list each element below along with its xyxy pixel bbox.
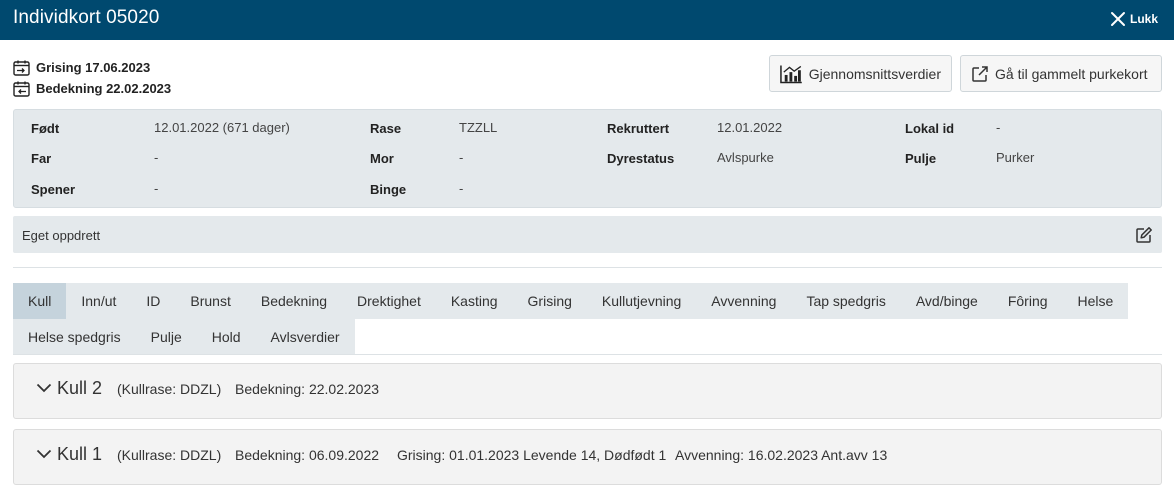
kull-panel-1[interactable]: Kull 1 (Kullrase: DDZL) Bedekning: 06.09…	[13, 429, 1162, 485]
rase-label: Rase	[370, 121, 402, 136]
mor-value: -	[459, 150, 464, 165]
tab-id[interactable]: ID	[131, 283, 176, 319]
tab-pulje[interactable]: Pulje	[135, 319, 197, 355]
lokal-id-value: -	[996, 120, 1001, 135]
grising-date: Grising 17.06.2023	[36, 60, 151, 75]
kull-rase: (Kullrase: DDZL)	[117, 381, 222, 397]
calendar-out-icon	[13, 81, 30, 97]
pulje-label: Pulje	[905, 151, 937, 166]
rekruttert-value: 12.01.2022	[717, 120, 783, 135]
mor-label: Mor	[370, 151, 394, 166]
animal-info-panel: Født 12.01.2022 (671 dager) Far - Spener…	[13, 109, 1162, 208]
old-card-button[interactable]: Gå til gammelt purkekort	[960, 55, 1162, 92]
spener-value: -	[154, 181, 159, 196]
edit-icon[interactable]	[1135, 226, 1153, 244]
kull-name: Kull 1	[57, 444, 103, 464]
tab-kull[interactable]: Kull	[13, 283, 67, 319]
external-link-icon	[972, 65, 988, 82]
tab-helse-spedgris[interactable]: Helse spedgris	[13, 319, 136, 355]
dyrestatus-value: Avlspurke	[717, 150, 774, 165]
fodt-value: 12.01.2022 (671 dager)	[154, 120, 290, 135]
tab-row-2: Helse spedgris Pulje Hold Avlsverdier	[13, 319, 1162, 355]
tab-hold[interactable]: Hold	[196, 319, 256, 355]
key-dates: Grising 17.06.2023 Bedekning 22.02.2023	[13, 57, 171, 99]
binge-label: Binge	[370, 182, 407, 197]
close-icon	[1110, 12, 1125, 26]
far-value: -	[154, 150, 159, 165]
bedekning-date-row: Bedekning 22.02.2023	[13, 78, 171, 99]
old-card-label: Gå til gammelt purkekort	[995, 65, 1148, 82]
tab-avvenning[interactable]: Avvenning	[696, 283, 792, 319]
divider	[13, 267, 1162, 268]
rekruttert-label: Rekruttert	[607, 121, 670, 136]
far-label: Far	[31, 151, 52, 166]
average-values-label: Gjennomsnittsverdier	[808, 65, 941, 82]
chevron-down-icon	[36, 383, 52, 393]
kull-grising: Grising: 01.01.2023 Levende 14, Dødfødt …	[397, 447, 667, 463]
kull-avvenning: Avvenning: 16.02.2023 Ant.avv 13	[675, 447, 888, 463]
note-text: Eget oppdrett	[22, 228, 101, 243]
kull-bedekning: Bedekning: 22.02.2023	[235, 381, 380, 397]
tab-inn-ut[interactable]: Inn/ut	[66, 283, 132, 319]
binge-value: -	[459, 181, 464, 196]
window-title: Individkort 05020	[13, 7, 160, 28]
bedekning-date: Bedekning 22.02.2023	[36, 81, 172, 96]
pulje-value: Purker	[996, 150, 1035, 165]
chart-icon	[780, 64, 802, 83]
close-button[interactable]: Lukk	[1110, 9, 1158, 29]
kull-rase: (Kullrase: DDZL)	[117, 447, 222, 463]
dyrestatus-label: Dyrestatus	[607, 151, 675, 166]
tab-grising[interactable]: Grising	[512, 283, 587, 319]
title-bar: Individkort 05020 Lukk	[0, 0, 1174, 40]
rase-value: TZZLL	[459, 120, 498, 135]
tab-helse[interactable]: Helse	[1062, 283, 1129, 319]
spener-label: Spener	[31, 182, 76, 197]
kull-bedekning: Bedekning: 06.09.2022	[235, 447, 380, 463]
tab-kasting[interactable]: Kasting	[435, 283, 513, 319]
tab-divider	[13, 354, 1162, 355]
grising-date-row: Grising 17.06.2023	[13, 57, 171, 78]
chevron-down-icon	[36, 449, 52, 459]
tab-drektighet[interactable]: Drektighet	[342, 283, 436, 319]
fodt-label: Født	[31, 121, 60, 136]
kull-panel-2[interactable]: Kull 2 (Kullrase: DDZL) Bedekning: 22.02…	[13, 363, 1162, 419]
tab-foring[interactable]: Fôring	[992, 283, 1063, 319]
tab-bar: Kull Inn/ut ID Brunst Bedekning Drektigh…	[13, 283, 1162, 355]
kull-name: Kull 2	[57, 378, 103, 398]
tab-bedekning[interactable]: Bedekning	[245, 283, 343, 319]
tab-brunst[interactable]: Brunst	[175, 283, 246, 319]
tab-avlsverdier[interactable]: Avlsverdier	[255, 319, 355, 355]
tab-kullutjevning[interactable]: Kullutjevning	[586, 283, 697, 319]
tab-row-1: Kull Inn/ut ID Brunst Bedekning Drektigh…	[13, 283, 1162, 319]
note-bar: Eget oppdrett	[13, 216, 1162, 253]
average-values-button[interactable]: Gjennomsnittsverdier	[769, 55, 952, 92]
tab-avd-binge[interactable]: Avd/binge	[900, 283, 993, 319]
tab-tap-spedgris[interactable]: Tap spedgris	[791, 283, 901, 319]
calendar-in-icon	[13, 60, 30, 76]
close-label: Lukk	[1129, 12, 1158, 26]
lokal-id-label: Lokal id	[905, 121, 955, 136]
